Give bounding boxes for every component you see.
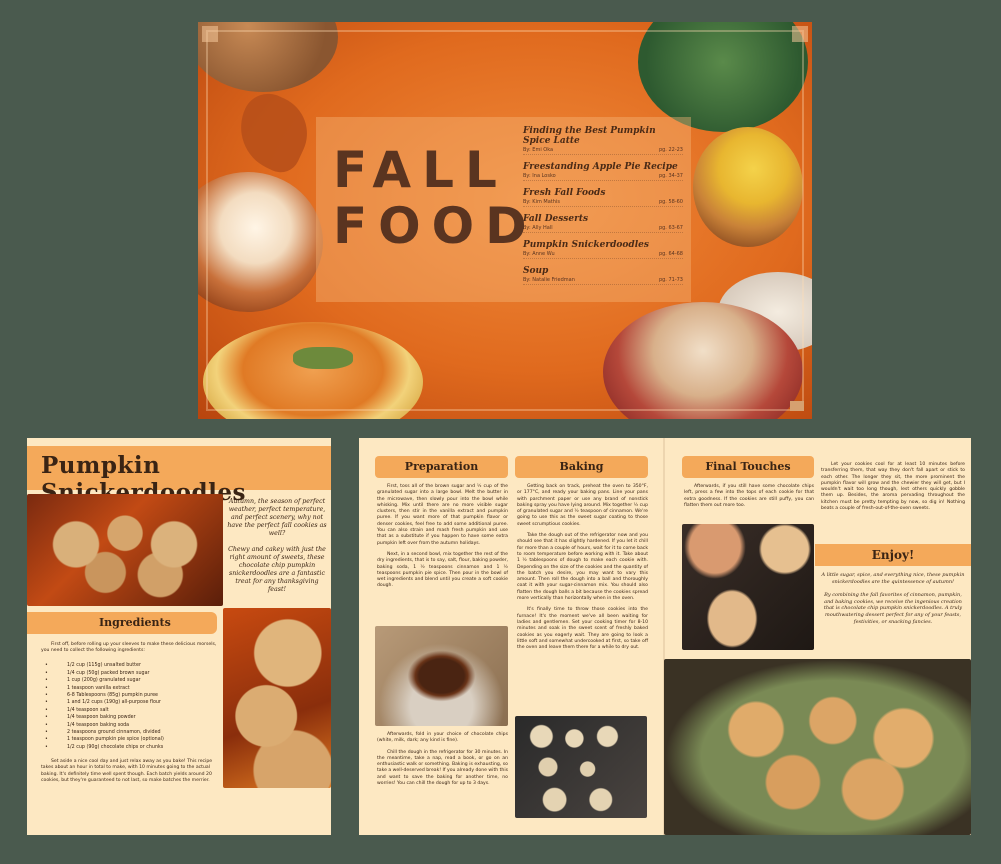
intro-paragraph: Autumn, the season of perfect weather, p…	[227, 498, 327, 537]
enjoy-paragraph: A little sugar, spice, and everything ni…	[821, 572, 965, 585]
toc-item[interactable]: Soup By: Natalie Friedman pg. 71-73	[523, 266, 683, 285]
baking-paragraph: Take the dough out of the refrigerator n…	[517, 533, 648, 602]
ingredient-item: 2 teaspoons ground cinnamon, divided	[45, 729, 219, 736]
intro-text: Autumn, the season of perfect weather, p…	[227, 498, 327, 602]
final-touches-header: Final Touches	[682, 456, 814, 478]
ingredients-outro: Set aside a nice cool day and just relax…	[41, 759, 213, 783]
preparation-column-bottom: Afterwards, fold in your choice of choco…	[377, 732, 508, 792]
toc-item-byline: By: Kim Mathis	[523, 199, 560, 205]
toc-item-title: Fall Desserts	[523, 214, 589, 224]
final-touches-column: Afterwards, if you still have some choco…	[684, 484, 814, 514]
toc-item-pages: pg. 34-37	[658, 173, 683, 179]
ingredient-item: 1 cup (200g) granulated sugar	[45, 677, 219, 684]
toc-item-title: Finding the Best Pumpkin Spice Latte	[523, 126, 656, 146]
toc-item-title: Soup	[523, 266, 549, 276]
cookie-dough-photo	[375, 626, 508, 726]
ingredients-section: First off, before rolling up your sleeve…	[41, 642, 219, 784]
toc-item-title: Freestanding Apple Pie Recipe	[523, 162, 678, 172]
enjoy-text: A little sugar, spice, and everything ni…	[821, 572, 965, 632]
enjoy-header: Enjoy!	[815, 544, 971, 566]
cookies-closeup-photo	[223, 608, 331, 788]
ingredient-item: 1/4 teaspoon baking soda	[45, 722, 219, 729]
toc-item-pages: pg. 22-23	[658, 147, 683, 153]
toc-item-title: Pumpkin Snickerdoodles	[523, 240, 649, 250]
toc-item-byline: By: Emi Oka	[523, 147, 554, 153]
toc-item[interactable]: Finding the Best Pumpkin Spice Latte By:…	[523, 126, 683, 155]
cooling-paragraph: Let your cookies cool for at least 10 mi…	[821, 462, 965, 512]
enjoy-heading: Enjoy!	[871, 548, 915, 562]
ingredients-intro: First off, before rolling up your sleeve…	[41, 642, 217, 654]
ingredient-item: 1 teaspoon pumpkin pie spice (optional)	[45, 736, 219, 743]
recipe-spread: Preparation First, toss all of the brown…	[359, 438, 971, 835]
ingredient-item: 1/2 cup (115g) unsalted butter	[45, 662, 219, 669]
cover-title: FALL FOOD	[333, 142, 538, 254]
toc-item-title: Fresh Fall Foods	[523, 188, 606, 198]
preparation-paragraph: First, toss all of the brown sugar and ½…	[377, 484, 508, 546]
preparation-heading: Preparation	[404, 460, 479, 473]
toc-item-byline: By: Natalie Friedman	[523, 277, 575, 283]
ingredients-list: 1/2 cup (115g) unsalted butter 1/4 cup (…	[45, 662, 219, 751]
toc-item[interactable]: Pumpkin Snickerdoodles By: Anne Wu pg. 64…	[523, 240, 683, 259]
ingredient-item: 1 and 1/2 cups (190g) all-purpose flour	[45, 699, 219, 706]
cover-title-line-1: FALL	[333, 141, 508, 199]
corner-ornament	[202, 26, 218, 42]
ingredient-item: 1/4 teaspoon baking powder	[45, 714, 219, 721]
baking-column: Getting back on track, preheat the oven …	[517, 484, 648, 656]
toc-item-byline: By: Ina Losko	[523, 173, 556, 179]
recipe-page-left: Pumpkin Snickerdoodles Autumn, the seaso…	[27, 438, 331, 835]
cooling-column: Let your cookies cool for at least 10 mi…	[821, 462, 965, 517]
preparation-paragraph: Afterwards, fold in your choice of choco…	[377, 732, 508, 744]
baking-paragraph: It's finally time to throw those cookies…	[517, 607, 648, 651]
page-number-box	[790, 401, 804, 411]
toc-item-pages: pg. 63-67	[658, 225, 683, 231]
ingredients-header: Ingredients	[27, 612, 217, 634]
corner-ornament	[792, 26, 808, 42]
toc-item-pages: pg. 58-60	[658, 199, 683, 205]
toc-item[interactable]: Fresh Fall Foods By: Kim Mathis pg. 58-60	[523, 188, 683, 207]
baking-heading: Baking	[559, 460, 604, 473]
baking-paragraph: Getting back on track, preheat the oven …	[517, 484, 648, 527]
baking-tray-photo	[515, 716, 647, 818]
ingredient-item: 6-8 Tablespoons (85g) pumpkin puree	[45, 692, 219, 699]
final-touches-paragraph: Afterwards, if you still have some choco…	[684, 484, 814, 508]
toc-item-pages: pg. 64-68	[658, 251, 683, 257]
toc-item[interactable]: Freestanding Apple Pie Recipe By: Ina Lo…	[523, 162, 683, 181]
baking-header: Baking	[515, 456, 648, 478]
cover-title-line-2: FOOD	[333, 197, 538, 255]
preparation-column-top: First, toss all of the brown sugar and ½…	[377, 484, 508, 595]
magazine-cover: FALL FOOD Finding the Best Pumpkin Spice…	[198, 22, 812, 419]
intro-paragraph: Chewy and cakey with just the right amou…	[228, 546, 326, 593]
pressing-chips-photo	[682, 524, 814, 650]
ingredient-item: 1/4 cup (50g) packed brown sugar	[45, 670, 219, 677]
preparation-paragraph: Next, in a second bowl, mix together the…	[377, 551, 508, 589]
preparation-paragraph: Chill the dough in the refrigerator for …	[377, 749, 509, 787]
final-touches-heading: Final Touches	[705, 460, 791, 473]
toc-item-byline: By: Anne Wu	[523, 251, 555, 257]
ingredients-heading: Ingredients	[99, 616, 171, 629]
cookies-photo	[27, 494, 223, 606]
ingredient-item: 1/4 teaspoon salt	[45, 707, 219, 714]
ingredient-item: 1 teaspoon vanilla extract	[45, 685, 219, 692]
table-of-contents: Finding the Best Pumpkin Spice Latte By:…	[523, 126, 683, 292]
ingredient-item: 1/2 cup (90g) chocolate chips or chunks	[45, 744, 219, 751]
toc-item-pages: pg. 71-73	[658, 277, 683, 283]
preparation-header: Preparation	[375, 456, 508, 478]
enjoy-paragraph: By combining the fall favorites of cinna…	[823, 592, 963, 625]
toc-item-byline: By: Ally Hall	[523, 225, 553, 231]
cookie-plate-photo	[664, 659, 971, 835]
toc-item[interactable]: Fall Desserts By: Ally Hall pg. 63-67	[523, 214, 683, 233]
